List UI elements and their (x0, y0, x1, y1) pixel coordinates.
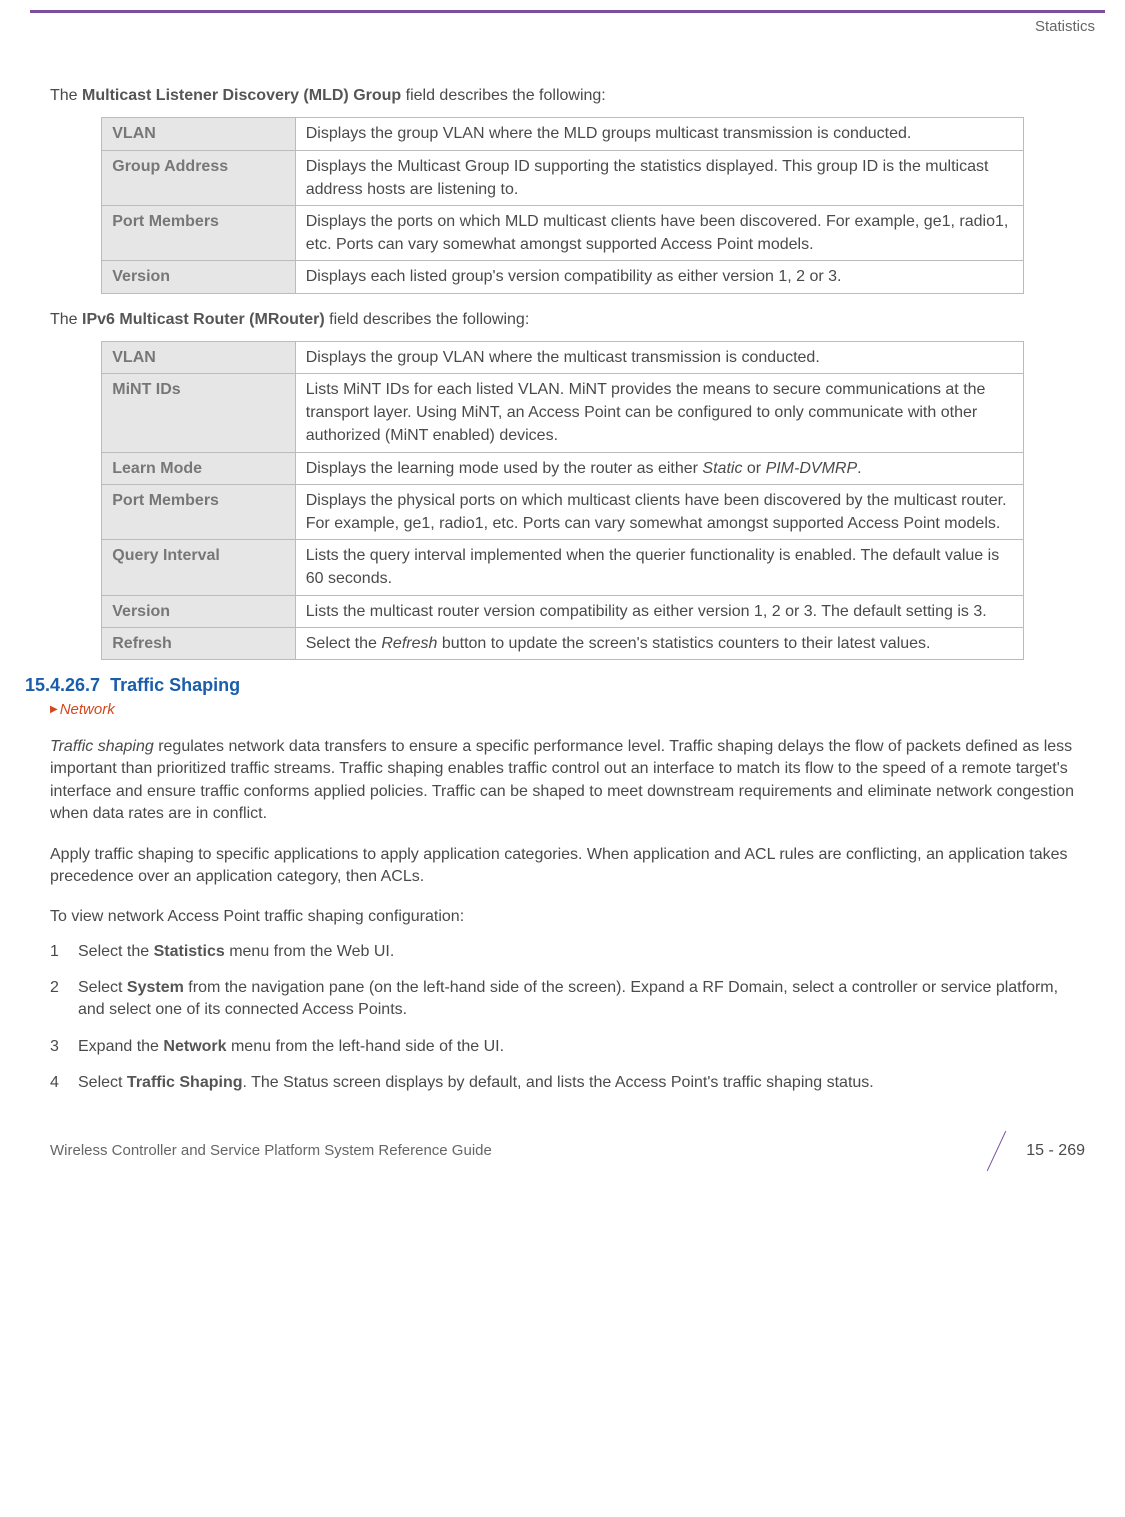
field-label: VLAN (102, 341, 296, 373)
field-label: Query Interval (102, 540, 296, 595)
section-number: 15.4.26.7 (25, 675, 100, 695)
desc-italic1: Static (702, 460, 742, 477)
mrouter-intro-prefix: The (50, 311, 82, 328)
desc-post: . (857, 460, 861, 477)
table-row: VLAN Displays the group VLAN where the M… (102, 118, 1024, 150)
mld-intro-prefix: The (50, 87, 82, 104)
table-row: Group Address Displays the Multicast Gro… (102, 150, 1024, 205)
traffic-shaping-para3: To view network Access Point traffic sha… (50, 906, 1075, 928)
field-desc: Displays the learning mode used by the r… (295, 452, 1023, 484)
para1-italic: Traffic shaping (50, 738, 154, 755)
section-title: Traffic Shaping (110, 675, 240, 695)
field-desc: Displays each listed group's version com… (295, 261, 1023, 293)
table-row: Port Members Displays the physical ports… (102, 484, 1024, 539)
page-slash-icon (976, 1131, 1016, 1171)
step-pre: Select (78, 1074, 127, 1091)
field-label: Learn Mode (102, 452, 296, 484)
step-pre: Select the (78, 943, 154, 960)
field-label: MiNT IDs (102, 374, 296, 453)
mld-intro-bold: Multicast Listener Discovery (MLD) Group (82, 87, 401, 104)
header-section-name: Statistics (0, 13, 1125, 85)
field-desc: Select the Refresh button to update the … (295, 627, 1023, 659)
network-label: Network (60, 701, 115, 718)
section-heading: 15.4.26.7 Traffic Shaping (25, 675, 1075, 696)
footer-title: Wireless Controller and Service Platform… (50, 1142, 492, 1159)
mrouter-intro: The IPv6 Multicast Router (MRouter) fiel… (50, 309, 1075, 331)
traffic-shaping-para1: Traffic shaping regulates network data t… (50, 736, 1075, 826)
field-label: VLAN (102, 118, 296, 150)
table-row: Learn Mode Displays the learning mode us… (102, 452, 1024, 484)
step-post: menu from the Web UI. (225, 943, 395, 960)
desc-pre: Select the (306, 635, 382, 652)
field-label: Port Members (102, 205, 296, 260)
list-item: Expand the Network menu from the left-ha… (50, 1036, 1075, 1058)
desc-mid: or (742, 460, 765, 477)
steps-list: Select the Statistics menu from the Web … (50, 941, 1075, 1095)
field-desc: Displays the ports on which MLD multicas… (295, 205, 1023, 260)
field-label: Version (102, 595, 296, 627)
page-content: The Multicast Listener Discovery (MLD) G… (0, 85, 1125, 1095)
step-pre: Expand the (78, 1038, 163, 1055)
field-desc: Displays the group VLAN where the MLD gr… (295, 118, 1023, 150)
list-item: Select the Statistics menu from the Web … (50, 941, 1075, 963)
para1-rest: regulates network data transfers to ensu… (50, 738, 1074, 822)
footer-right: 15 - 269 (976, 1131, 1085, 1171)
list-item: Select Traffic Shaping. The Status scree… (50, 1072, 1075, 1094)
traffic-shaping-para2: Apply traffic shaping to specific applic… (50, 844, 1075, 889)
mld-intro: The Multicast Listener Discovery (MLD) G… (50, 85, 1075, 107)
field-desc: Lists the multicast router version compa… (295, 595, 1023, 627)
step-bold: Statistics (154, 943, 225, 960)
table-row: Query Interval Lists the query interval … (102, 540, 1024, 595)
desc-pre: Displays the learning mode used by the r… (306, 460, 703, 477)
network-breadcrumb[interactable]: ▶Network (50, 701, 1075, 718)
field-desc: Lists MiNT IDs for each listed VLAN. MiN… (295, 374, 1023, 453)
desc-italic2: PIM-DVMRP (766, 460, 858, 477)
field-desc: Displays the group VLAN where the multic… (295, 341, 1023, 373)
arrow-icon: ▶ (50, 704, 58, 715)
field-desc: Displays the physical ports on which mul… (295, 484, 1023, 539)
desc-post: button to update the screen's statistics… (437, 635, 930, 652)
list-item: Select System from the navigation pane (… (50, 977, 1075, 1022)
step-post: from the navigation pane (on the left-ha… (78, 979, 1058, 1018)
table-row: Port Members Displays the ports on which… (102, 205, 1024, 260)
field-desc: Displays the Multicast Group ID supporti… (295, 150, 1023, 205)
mrouter-table: VLAN Displays the group VLAN where the m… (101, 341, 1024, 660)
step-bold: System (127, 979, 184, 996)
desc-italic1: Refresh (381, 635, 437, 652)
field-label: Group Address (102, 150, 296, 205)
mrouter-intro-suffix: field describes the following: (325, 311, 530, 328)
step-post: menu from the left-hand side of the UI. (227, 1038, 504, 1055)
table-row: MiNT IDs Lists MiNT IDs for each listed … (102, 374, 1024, 453)
mld-intro-suffix: field describes the following: (401, 87, 606, 104)
field-label: Version (102, 261, 296, 293)
table-row: Version Displays each listed group's ver… (102, 261, 1024, 293)
field-label: Port Members (102, 484, 296, 539)
step-bold: Network (163, 1038, 226, 1055)
page-number: 15 - 269 (1026, 1142, 1085, 1160)
step-post: . The Status screen displays by default,… (243, 1074, 874, 1091)
table-row: Refresh Select the Refresh button to upd… (102, 627, 1024, 659)
page-footer: Wireless Controller and Service Platform… (0, 1131, 1125, 1171)
field-desc: Lists the query interval implemented whe… (295, 540, 1023, 595)
table-row: Version Lists the multicast router versi… (102, 595, 1024, 627)
field-label: Refresh (102, 627, 296, 659)
mld-group-table: VLAN Displays the group VLAN where the M… (101, 117, 1024, 293)
mrouter-intro-bold: IPv6 Multicast Router (MRouter) (82, 311, 325, 328)
step-bold: Traffic Shaping (127, 1074, 243, 1091)
step-pre: Select (78, 979, 127, 996)
table-row: VLAN Displays the group VLAN where the m… (102, 341, 1024, 373)
